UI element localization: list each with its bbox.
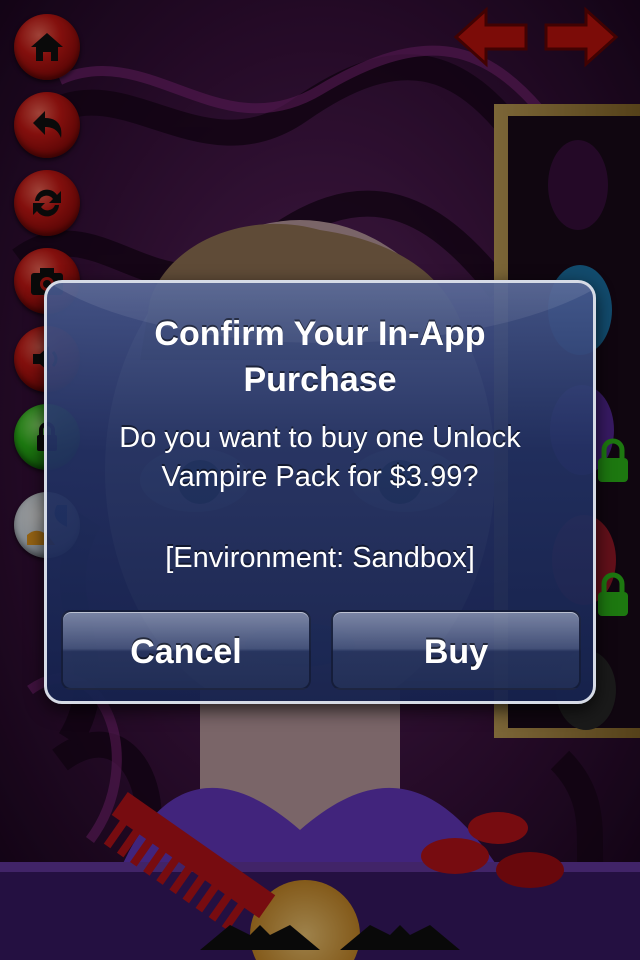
environment-label: [Environment: Sandbox] bbox=[165, 542, 475, 574]
dialog-message: Do you want to buy one Unlock Vampire Pa… bbox=[119, 422, 521, 493]
cancel-button[interactable]: Cancel bbox=[61, 610, 311, 690]
dialog-title: Confirm Your In-App Purchase bbox=[154, 315, 486, 399]
buy-button[interactable]: Buy bbox=[331, 610, 581, 690]
purchase-confirm-dialog: Confirm Your In-App Purchase Do you want… bbox=[44, 280, 596, 704]
